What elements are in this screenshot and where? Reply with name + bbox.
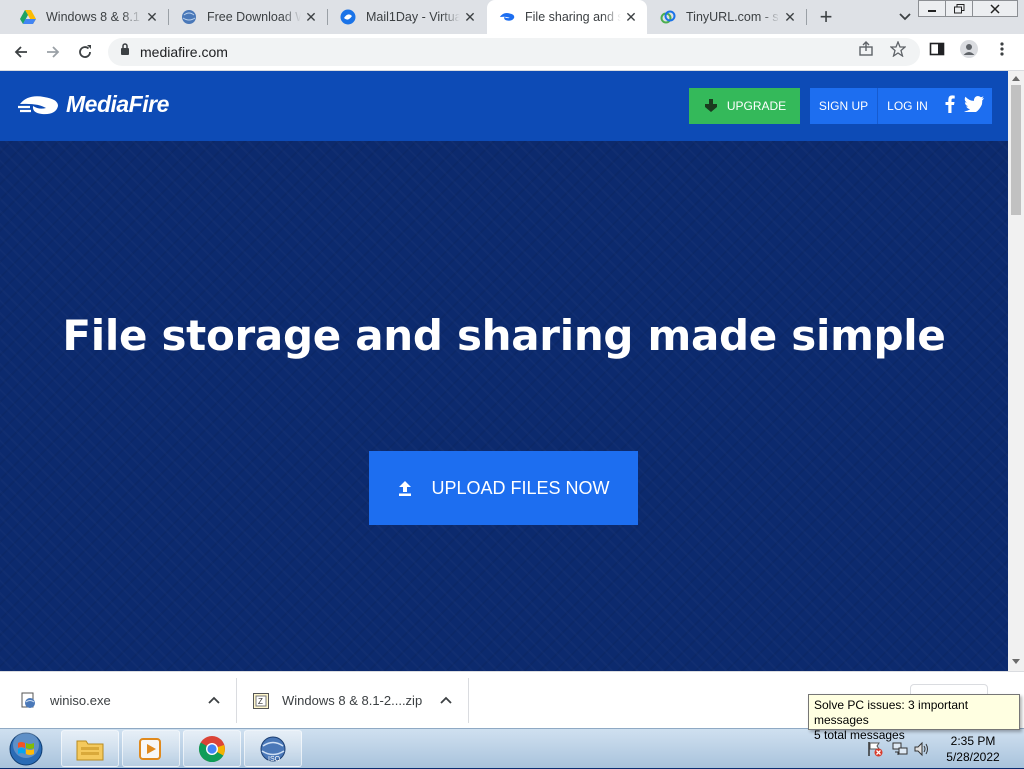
page-scrollbar[interactable] xyxy=(1008,71,1024,671)
site-header: MediaFire UPGRADE SIGN UP LOG IN xyxy=(0,71,1008,141)
winiso-app-icon: ISO xyxy=(260,736,286,763)
url-text: mediafire.com xyxy=(140,44,228,60)
upgrade-drive-icon xyxy=(704,99,717,112)
restore-button[interactable] xyxy=(945,0,973,17)
tab-title: TinyURL.com - sh xyxy=(686,10,780,24)
close-tab-icon[interactable]: ✕ xyxy=(301,7,321,27)
log-in-label: LOG IN xyxy=(887,99,928,113)
zip-file-icon: Z xyxy=(252,692,270,710)
tooltip-line-1: Solve PC issues: 3 important messages xyxy=(814,698,969,727)
close-window-button[interactable] xyxy=(972,0,1018,17)
download-item-windows-zip[interactable]: Z Windows 8 & 8.1-2....zip xyxy=(252,672,467,729)
close-tab-icon[interactable]: ✕ xyxy=(142,7,162,27)
upgrade-label: UPGRADE xyxy=(726,99,787,113)
mediafire-icon xyxy=(499,9,515,25)
folder-icon xyxy=(76,740,104,760)
close-tab-icon[interactable]: ✕ xyxy=(621,7,641,27)
side-panel-icon[interactable] xyxy=(928,40,946,58)
lock-icon[interactable] xyxy=(120,43,130,61)
close-tab-icon[interactable]: ✕ xyxy=(780,7,800,27)
tinyurl-icon xyxy=(660,9,676,25)
notification-tooltip: Solve PC issues: 3 important messages 5 … xyxy=(808,694,1020,742)
mail1day-icon xyxy=(340,9,356,25)
upgrade-button[interactable]: UPGRADE xyxy=(689,88,800,124)
scroll-up-arrow-icon[interactable] xyxy=(1012,76,1020,81)
download-filename: winiso.exe xyxy=(50,693,111,708)
tab-divider xyxy=(806,9,807,25)
upload-files-label: UPLOAD FILES NOW xyxy=(431,477,610,498)
download-divider xyxy=(236,678,237,723)
media-player-icon xyxy=(139,737,161,760)
address-bar[interactable]: mediafire.com xyxy=(108,38,920,66)
taskbar-winiso[interactable]: ISO xyxy=(244,730,302,767)
reload-button[interactable] xyxy=(72,39,98,65)
profile-avatar-icon[interactable] xyxy=(960,40,978,58)
share-icon[interactable] xyxy=(857,40,875,58)
tooltip-line-2: 5 total messages xyxy=(814,728,905,742)
svg-text:ISO: ISO xyxy=(268,756,281,763)
more-menu-icon[interactable] xyxy=(993,40,1011,58)
tab-windows-8[interactable]: Windows 8 & 8.1 ✕ xyxy=(8,0,168,34)
logo-wordmark: MediaFire xyxy=(66,91,169,117)
exe-file-icon xyxy=(20,692,38,710)
svg-text:Z: Z xyxy=(258,697,263,706)
download-item-winiso[interactable]: winiso.exe xyxy=(20,672,235,729)
tab-title: File sharing and st xyxy=(525,10,621,24)
upload-files-button[interactable]: UPLOAD FILES NOW xyxy=(369,451,638,525)
scrollbar-thumb[interactable] xyxy=(1011,85,1021,215)
hero-section: File storage and sharing made simple UPL… xyxy=(0,141,1008,671)
tab-free-download[interactable]: Free Download W ✕ xyxy=(169,0,327,34)
start-button[interactable] xyxy=(6,731,46,767)
taskbar-chrome[interactable] xyxy=(183,730,241,767)
log-in-button[interactable]: LOG IN xyxy=(877,88,937,124)
new-tab-button[interactable]: + xyxy=(814,4,838,29)
browser-toolbar: mediafire.com xyxy=(0,34,1024,71)
sign-up-label: SIGN UP xyxy=(818,99,869,113)
bookmark-star-icon[interactable] xyxy=(889,40,907,58)
minimize-button[interactable] xyxy=(918,0,946,17)
tab-title: Free Download W xyxy=(207,10,301,24)
action-center-flag-icon[interactable] xyxy=(867,741,883,757)
tab-title: Mail1Day - Virtua xyxy=(366,10,460,24)
sign-up-button[interactable]: SIGN UP xyxy=(810,88,877,124)
network-icon[interactable] xyxy=(892,741,908,757)
taskbar-explorer[interactable] xyxy=(61,730,119,767)
download-divider xyxy=(468,678,469,723)
hero-title: File storage and sharing made simple xyxy=(62,311,946,360)
windows-logo-icon xyxy=(9,732,43,766)
volume-icon[interactable] xyxy=(914,741,930,757)
twitter-icon[interactable] xyxy=(963,95,984,117)
tab-title: Windows 8 & 8.1 xyxy=(46,10,140,24)
scroll-down-arrow-icon[interactable] xyxy=(1012,659,1020,664)
mediafire-logo-icon xyxy=(18,95,58,114)
forward-button[interactable] xyxy=(40,39,66,65)
tab-mediafire-active[interactable]: File sharing and st ✕ xyxy=(487,0,647,34)
mediafire-logo[interactable]: MediaFire xyxy=(18,91,169,118)
taskbar-media-player[interactable] xyxy=(122,730,180,767)
tab-search-chevron-icon[interactable] xyxy=(894,6,916,28)
tab-tinyurl[interactable]: TinyURL.com - sh ✕ xyxy=(648,0,806,34)
clock-date: 5/28/2022 xyxy=(946,750,1000,764)
chevron-up-icon[interactable] xyxy=(206,692,222,708)
facebook-icon[interactable] xyxy=(945,94,956,118)
tab-mail1day[interactable]: Mail1Day - Virtua ✕ xyxy=(328,0,486,34)
browser-tab-strip: Windows 8 & 8.1 ✕ Free Download W ✕ Mail… xyxy=(0,0,1024,34)
window-controls xyxy=(918,0,1018,18)
social-links xyxy=(937,88,992,124)
google-drive-icon xyxy=(20,9,36,25)
back-button[interactable] xyxy=(8,39,34,65)
chrome-icon xyxy=(198,735,225,762)
web-page: MediaFire UPGRADE SIGN UP LOG IN File st… xyxy=(0,71,1008,671)
upload-arrow-icon xyxy=(399,481,412,496)
close-tab-icon[interactable]: ✕ xyxy=(460,7,480,27)
winiso-icon xyxy=(181,9,197,25)
download-filename: Windows 8 & 8.1-2....zip xyxy=(282,693,423,708)
chevron-up-icon[interactable] xyxy=(438,692,454,708)
